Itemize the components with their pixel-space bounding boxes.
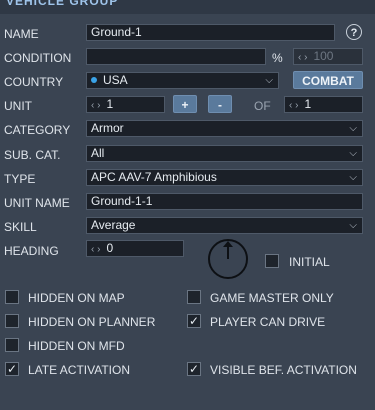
subcat-value: All	[91, 146, 105, 160]
hidden-on-map-checkbox[interactable]	[5, 290, 19, 304]
category-dropdown[interactable]: Armor ⌵	[86, 120, 363, 137]
unit-value: 1	[106, 97, 114, 111]
chevron-down-icon: ⌵	[349, 123, 357, 134]
unit-plus-button[interactable]: +	[173, 95, 197, 113]
compass-needle	[227, 244, 229, 259]
unit-label: UNIT	[4, 99, 32, 113]
condition-max-placeholder: 100	[313, 49, 334, 63]
hidden-on-mfd-label: HIDDEN ON MFD	[28, 339, 125, 353]
subcat-label: SUB. CAT.	[4, 148, 61, 162]
spinner-arrows-icon[interactable]: ‹ ›	[289, 100, 298, 111]
country-value: USA	[103, 73, 128, 87]
player-can-drive-checkbox[interactable]: ✓	[187, 314, 201, 328]
spinner-arrows-icon: ‹ ›	[298, 52, 308, 63]
skill-value: Average	[91, 218, 136, 232]
unit-spinner[interactable]: ‹ › 1	[86, 96, 165, 113]
unit-total-value: 1	[304, 97, 312, 111]
country-label: COUNTRY	[4, 75, 64, 89]
initial-label: INITIAL	[289, 255, 330, 269]
country-color-dot	[91, 77, 97, 83]
category-label: CATEGORY	[4, 123, 71, 137]
combat-button[interactable]: COMBAT	[293, 71, 363, 89]
unit-minus-button[interactable]: -	[208, 95, 232, 113]
chevron-down-icon: ⌵	[349, 172, 357, 183]
name-input[interactable]: Ground-1	[86, 24, 335, 41]
unit-of-label: OF	[254, 99, 271, 113]
unit-name-input[interactable]: Ground-1-1	[86, 193, 363, 210]
check-icon: ✓	[6, 362, 18, 376]
hidden-on-planner-label: HIDDEN ON PLANNER	[28, 315, 156, 329]
late-activation-label: LATE ACTIVATION	[28, 363, 131, 377]
game-master-only-checkbox[interactable]	[187, 290, 201, 304]
player-can-drive-label: PLAYER CAN DRIVE	[210, 315, 326, 329]
country-dropdown[interactable]: USA ⌵	[86, 72, 279, 89]
heading-label: HEADING	[4, 244, 59, 258]
condition-input[interactable]	[86, 48, 266, 65]
hidden-on-map-label: HIDDEN ON MAP	[28, 291, 125, 305]
late-activation-checkbox[interactable]: ✓	[5, 362, 19, 376]
type-label: TYPE	[4, 172, 36, 186]
window-title: VEHICLE GROUP	[6, 0, 119, 8]
hidden-on-planner-checkbox[interactable]	[5, 314, 19, 328]
heading-spinner[interactable]: ‹ › 0	[86, 240, 184, 257]
game-master-only-label: GAME MASTER ONLY	[210, 291, 334, 305]
type-value: APC AAV-7 Amphibious	[91, 170, 217, 184]
spinner-arrows-icon[interactable]: ‹ ›	[91, 100, 100, 111]
hidden-on-mfd-checkbox[interactable]	[5, 338, 19, 352]
condition-percent-label: %	[272, 51, 283, 65]
unit-name-label: UNIT NAME	[4, 196, 70, 210]
check-icon: ✓	[188, 362, 200, 376]
unit-total-spinner[interactable]: ‹ › 1	[284, 96, 363, 113]
heading-value: 0	[106, 241, 114, 255]
help-icon[interactable]: ?	[346, 24, 362, 40]
check-icon: ✓	[188, 314, 200, 328]
chevron-down-icon: ⌵	[349, 148, 357, 159]
skill-label: SKILL	[4, 220, 37, 234]
initial-checkbox[interactable]	[265, 254, 279, 268]
visible-bef-activation-checkbox[interactable]: ✓	[187, 362, 201, 376]
skill-dropdown[interactable]: Average ⌵	[86, 217, 363, 234]
subcat-dropdown[interactable]: All ⌵	[86, 145, 363, 162]
condition-max-spinner: ‹ › 100	[293, 48, 363, 65]
spinner-arrows-icon[interactable]: ‹ ›	[91, 244, 100, 255]
window-title-bar: VEHICLE GROUP	[0, 0, 375, 14]
name-label: NAME	[4, 27, 39, 41]
heading-compass-icon[interactable]	[208, 239, 248, 279]
chevron-down-icon: ⌵	[265, 75, 273, 86]
visible-bef-activation-label: VISIBLE BEF. ACTIVATION	[210, 363, 357, 377]
chevron-down-icon: ⌵	[349, 220, 357, 231]
type-dropdown[interactable]: APC AAV-7 Amphibious ⌵	[86, 169, 363, 186]
category-value: Armor	[91, 121, 124, 135]
condition-label: CONDITION	[4, 51, 72, 65]
